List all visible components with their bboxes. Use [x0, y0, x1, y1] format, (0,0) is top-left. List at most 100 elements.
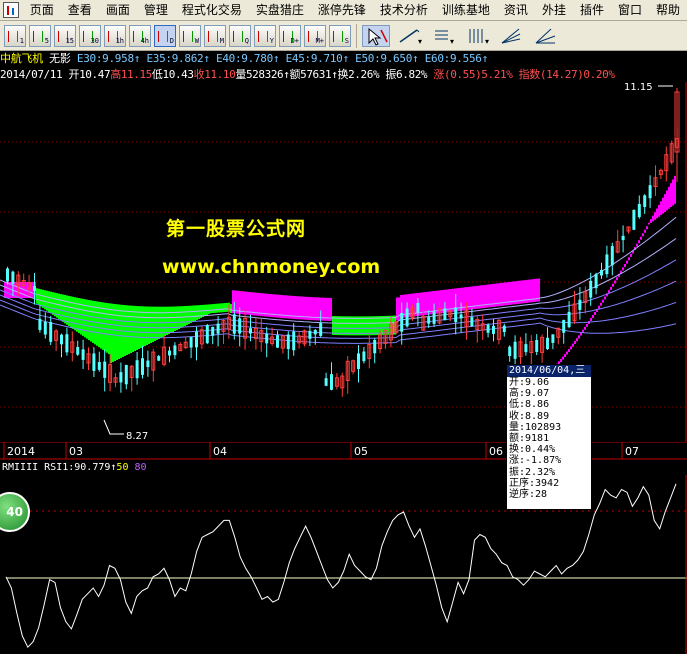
candle-down: [189, 336, 193, 348]
fib-icon[interactable]: ▾: [430, 25, 458, 47]
ribbon-segment: [36, 288, 38, 304]
menu-item-help[interactable]: 帮助: [649, 0, 687, 21]
candle-down: [508, 346, 512, 356]
low-price-pointer: [103, 419, 124, 435]
ribbon-segment: [612, 283, 614, 287]
tooltip-volume: 量:102893: [509, 421, 562, 433]
menu-item-window[interactable]: 窗口: [611, 0, 649, 21]
ribbon-segment: [42, 289, 44, 308]
ribbon-segment: [614, 280, 616, 284]
ribbon-segment: [364, 316, 366, 336]
ribbon-segment: [580, 332, 582, 336]
menu-item-news[interactable]: 资讯: [497, 0, 535, 21]
candle-down: [621, 235, 625, 241]
ribbon-segment: [332, 316, 334, 336]
ribbon-segment: [642, 233, 644, 237]
menu-item-limit-up[interactable]: 涨停先锋: [311, 0, 373, 21]
candle-down: [470, 317, 474, 327]
candle-down: [195, 331, 198, 348]
ribbon-segment: [152, 306, 154, 342]
period-1h-button[interactable]: 1h: [104, 24, 126, 47]
line-icon[interactable]: ▾: [396, 25, 424, 47]
ribbon-segment: [136, 306, 138, 350]
ribbon-segment: [360, 316, 362, 336]
indicator-name: RMIIII: [2, 462, 39, 473]
ribbon-segment: [672, 179, 674, 206]
candle-down: [286, 334, 290, 350]
ribbon-segment: [358, 316, 360, 336]
turnover-value: 换2.26%: [337, 68, 380, 81]
ribbon-segment: [196, 305, 198, 320]
menu-item-live-hunter[interactable]: 实盘猎庄: [249, 0, 311, 21]
cursor-icon[interactable]: [362, 24, 390, 47]
ribbon-segment: [572, 343, 574, 347]
period-quarter-button[interactable]: Q: [229, 24, 251, 47]
period-day-button[interactable]: D: [154, 24, 176, 47]
ribbon-segment: [670, 183, 672, 208]
ribbon-segment: [194, 305, 196, 321]
menu-item-technical-analysis[interactable]: 技术分析: [373, 0, 435, 21]
menu-item-view[interactable]: 查看: [61, 0, 99, 21]
ribbon-segment: [674, 175, 676, 204]
period-1min-button[interactable]: 1: [4, 24, 26, 47]
period-30min-button[interactable]: 30: [79, 24, 101, 47]
axis-tick-label: 05: [354, 445, 368, 458]
menu-item-manage[interactable]: 管理: [137, 0, 175, 21]
ribbon-segment: [668, 186, 670, 209]
menu-item-training[interactable]: 训练基地: [435, 0, 497, 21]
ribbon-segment: [126, 305, 128, 355]
ribbon-segment: [128, 305, 130, 354]
tooltip-turnover: 换:0.44%: [509, 444, 556, 456]
ribbon-segment: [646, 226, 648, 230]
ribbon-segment: [372, 316, 374, 336]
menu-item-program-trading[interactable]: 程式化交易: [175, 0, 249, 21]
ribbon-segment: [192, 305, 194, 322]
ribbon-segment: [62, 294, 64, 322]
axis-tick-label: 2014: [7, 445, 35, 458]
ribbon-segment: [242, 291, 244, 315]
ribbon-segment: [628, 257, 630, 261]
candle-down: [292, 331, 296, 351]
parallel-icon[interactable]: ▾: [464, 25, 492, 47]
ribbon-segment: [190, 305, 192, 323]
period-week-button[interactable]: W: [179, 24, 201, 47]
menu-item-page[interactable]: 页面: [23, 0, 61, 21]
fan-icon[interactable]: [498, 25, 526, 47]
period-multi-month-button[interactable]: M+: [304, 24, 326, 47]
candle-down: [81, 349, 85, 360]
candle-down: [38, 318, 42, 330]
period-multi-day-button[interactable]: D+: [279, 24, 301, 47]
ribbon-segment: [336, 316, 338, 336]
candle-down: [211, 326, 215, 336]
speed-icon[interactable]: [532, 25, 560, 47]
period-year-button[interactable]: Y: [254, 24, 276, 47]
menu-item-plugin[interactable]: 插件: [573, 0, 611, 21]
ribbon-segment: [60, 294, 62, 321]
ribbon-segment: [600, 302, 602, 306]
ribbon-segment: [368, 316, 370, 336]
ribbon-segment: [64, 294, 66, 324]
ribbon-segment: [342, 316, 344, 336]
candle-down: [362, 351, 366, 362]
candle-down: [432, 311, 436, 324]
ribbon-segment: [176, 306, 178, 330]
period-seconds-button[interactable]: S: [329, 24, 351, 47]
candle-down: [11, 271, 15, 284]
candle-down: [60, 334, 63, 345]
candle-down: [216, 323, 220, 334]
app-logo-icon[interactable]: [3, 2, 19, 18]
ribbon-segment: [566, 351, 568, 355]
period-4h-button[interactable]: 4h: [129, 24, 151, 47]
period-month-button[interactable]: M: [204, 24, 226, 47]
candle-down: [324, 378, 328, 386]
indicator-legend: RMIIII RSI1:90.779↑50 80: [2, 462, 147, 473]
candle-down: [135, 360, 139, 379]
menu-item-addon[interactable]: 外挂: [535, 0, 573, 21]
period-15min-button[interactable]: 15: [54, 24, 76, 47]
period-5min-button[interactable]: 5: [29, 24, 51, 47]
candle-down: [276, 335, 279, 348]
candle-down: [610, 246, 614, 266]
ribbon-segment: [648, 222, 650, 225]
menu-item-screen[interactable]: 画面: [99, 0, 137, 21]
ribbon-segment: [172, 306, 174, 332]
